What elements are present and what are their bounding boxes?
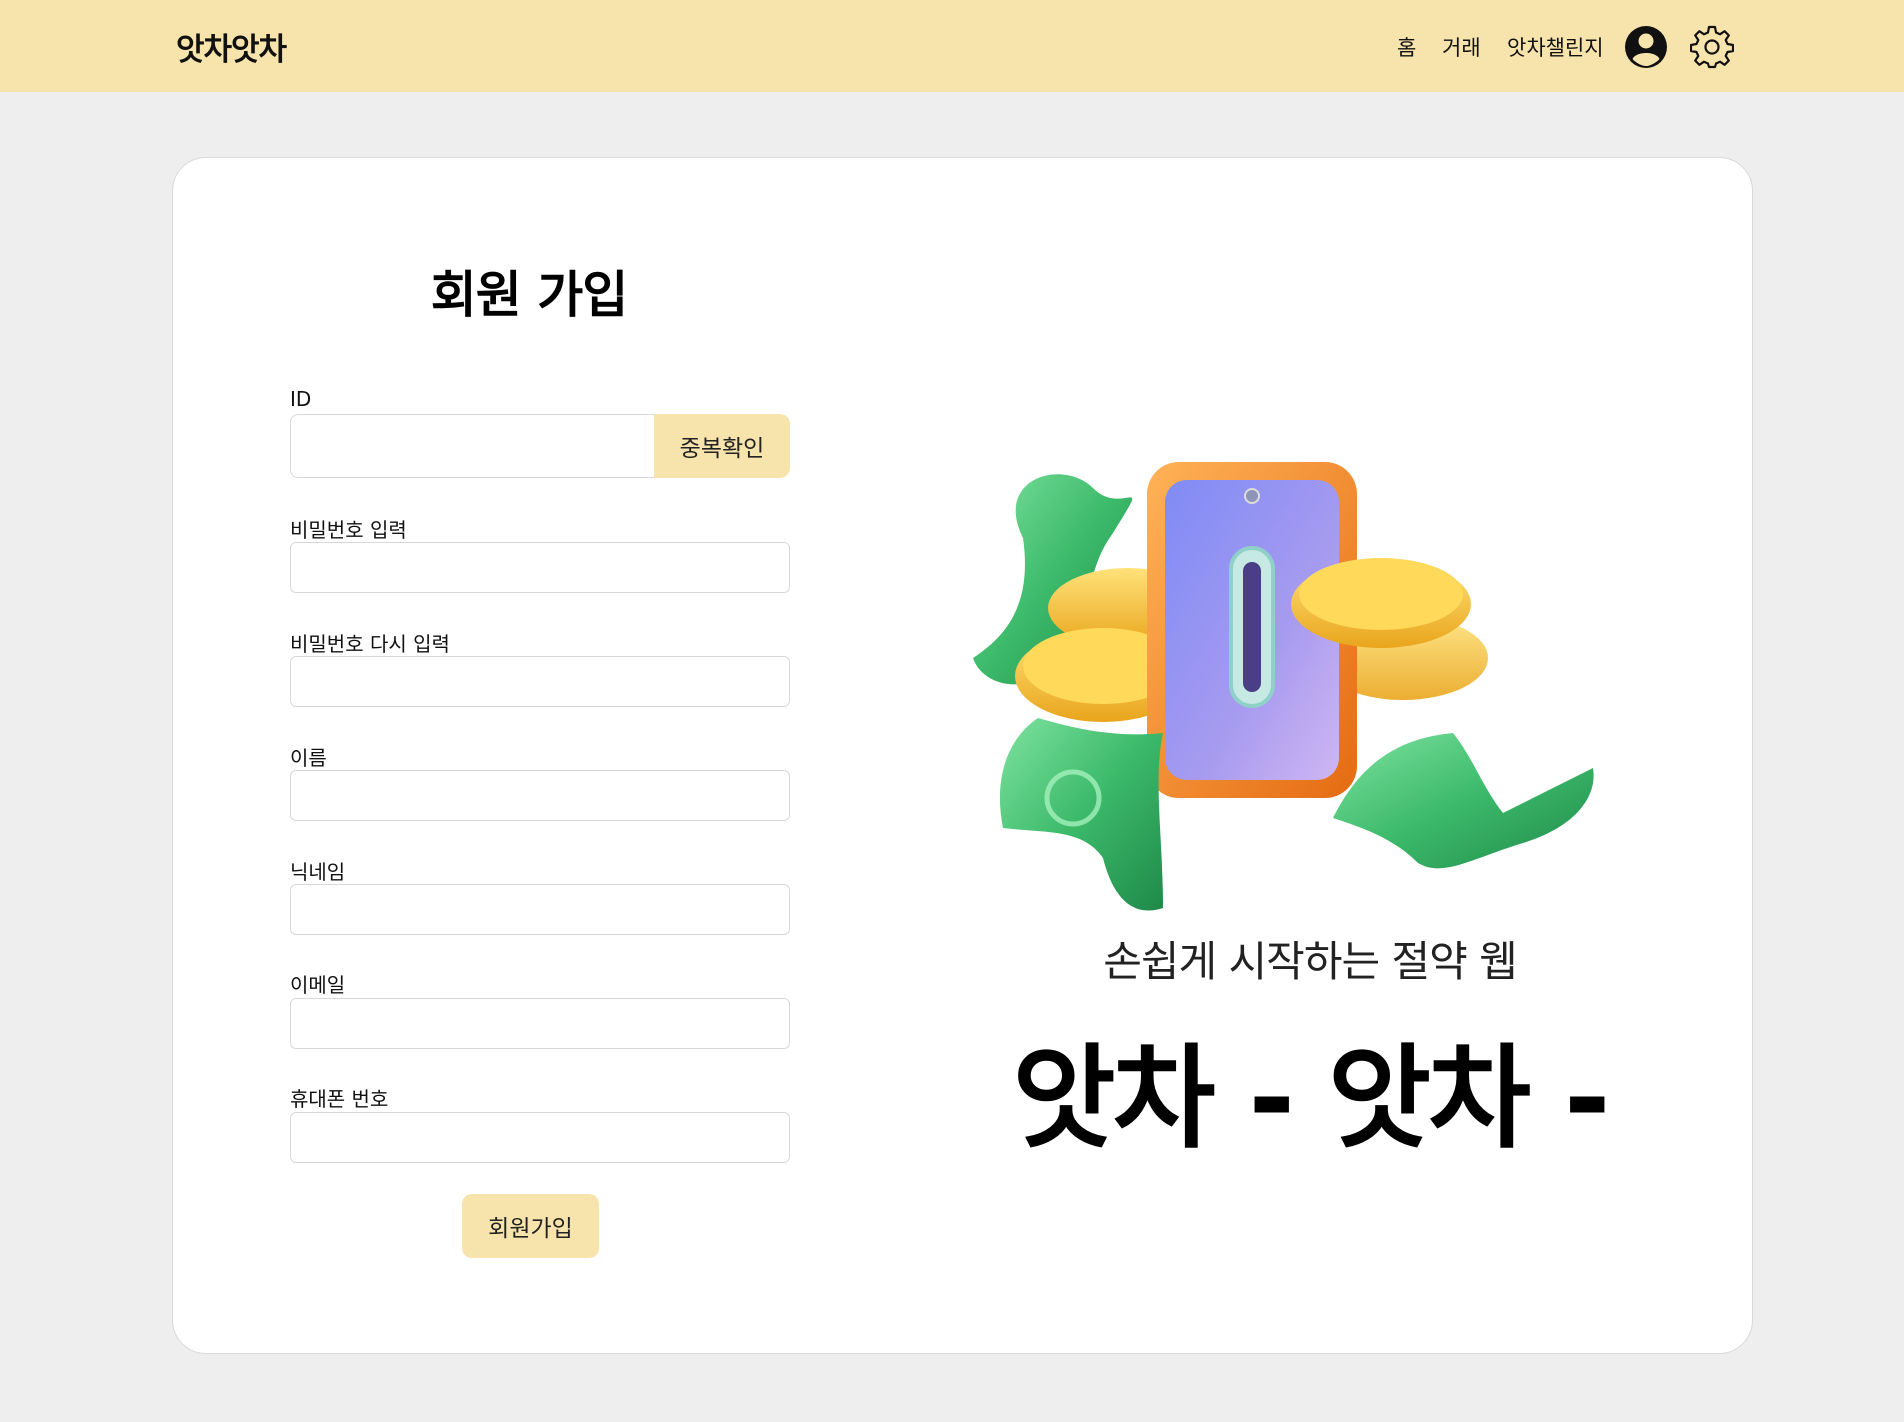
- duplicate-check-button[interactable]: 중복확인: [654, 414, 790, 478]
- signup-card: 회원 가입 ID 중복확인 비밀번호 입력 비밀번호 다시 입력 이름 닉네임 …: [172, 157, 1753, 1354]
- nickname-label: 닉네임: [290, 860, 346, 884]
- id-label: ID: [290, 387, 312, 411]
- name-label: 이름: [290, 746, 327, 770]
- form-title: 회원 가입: [430, 266, 628, 324]
- signup-submit-button[interactable]: 회원가입: [462, 1194, 599, 1258]
- nav-challenge-link[interactable]: 앗차챌린지: [1507, 32, 1604, 62]
- email-label: 이메일: [290, 973, 346, 997]
- nav-trade-link[interactable]: 거래: [1442, 32, 1481, 62]
- top-header: 앗차앗차 홈 거래 앗차챌린지: [0, 0, 1904, 92]
- name-input[interactable]: [290, 770, 790, 821]
- phone-money-coins-illustration: [973, 462, 1594, 911]
- main-nav: 홈 거래 앗차챌린지: [0, 0, 1904, 92]
- email-input[interactable]: [290, 998, 790, 1049]
- nav-home-link[interactable]: 홈: [1397, 32, 1416, 62]
- password-label: 비밀번호 입력: [290, 518, 407, 542]
- password-confirm-input[interactable]: [290, 656, 790, 707]
- phone-label: 휴대폰 번호: [290, 1087, 389, 1111]
- slogan: 앗차 - 앗차 -: [1012, 1034, 1610, 1164]
- password-confirm-label: 비밀번호 다시 입력: [290, 632, 450, 656]
- id-input[interactable]: [290, 414, 656, 478]
- gear-icon[interactable]: [1690, 25, 1734, 69]
- password-input[interactable]: [290, 542, 790, 593]
- phone-input[interactable]: [290, 1112, 790, 1163]
- profile-icon[interactable]: [1624, 25, 1668, 69]
- tagline: 손쉽게 시작하는 절약 웹: [1103, 937, 1517, 986]
- nickname-input[interactable]: [290, 884, 790, 935]
